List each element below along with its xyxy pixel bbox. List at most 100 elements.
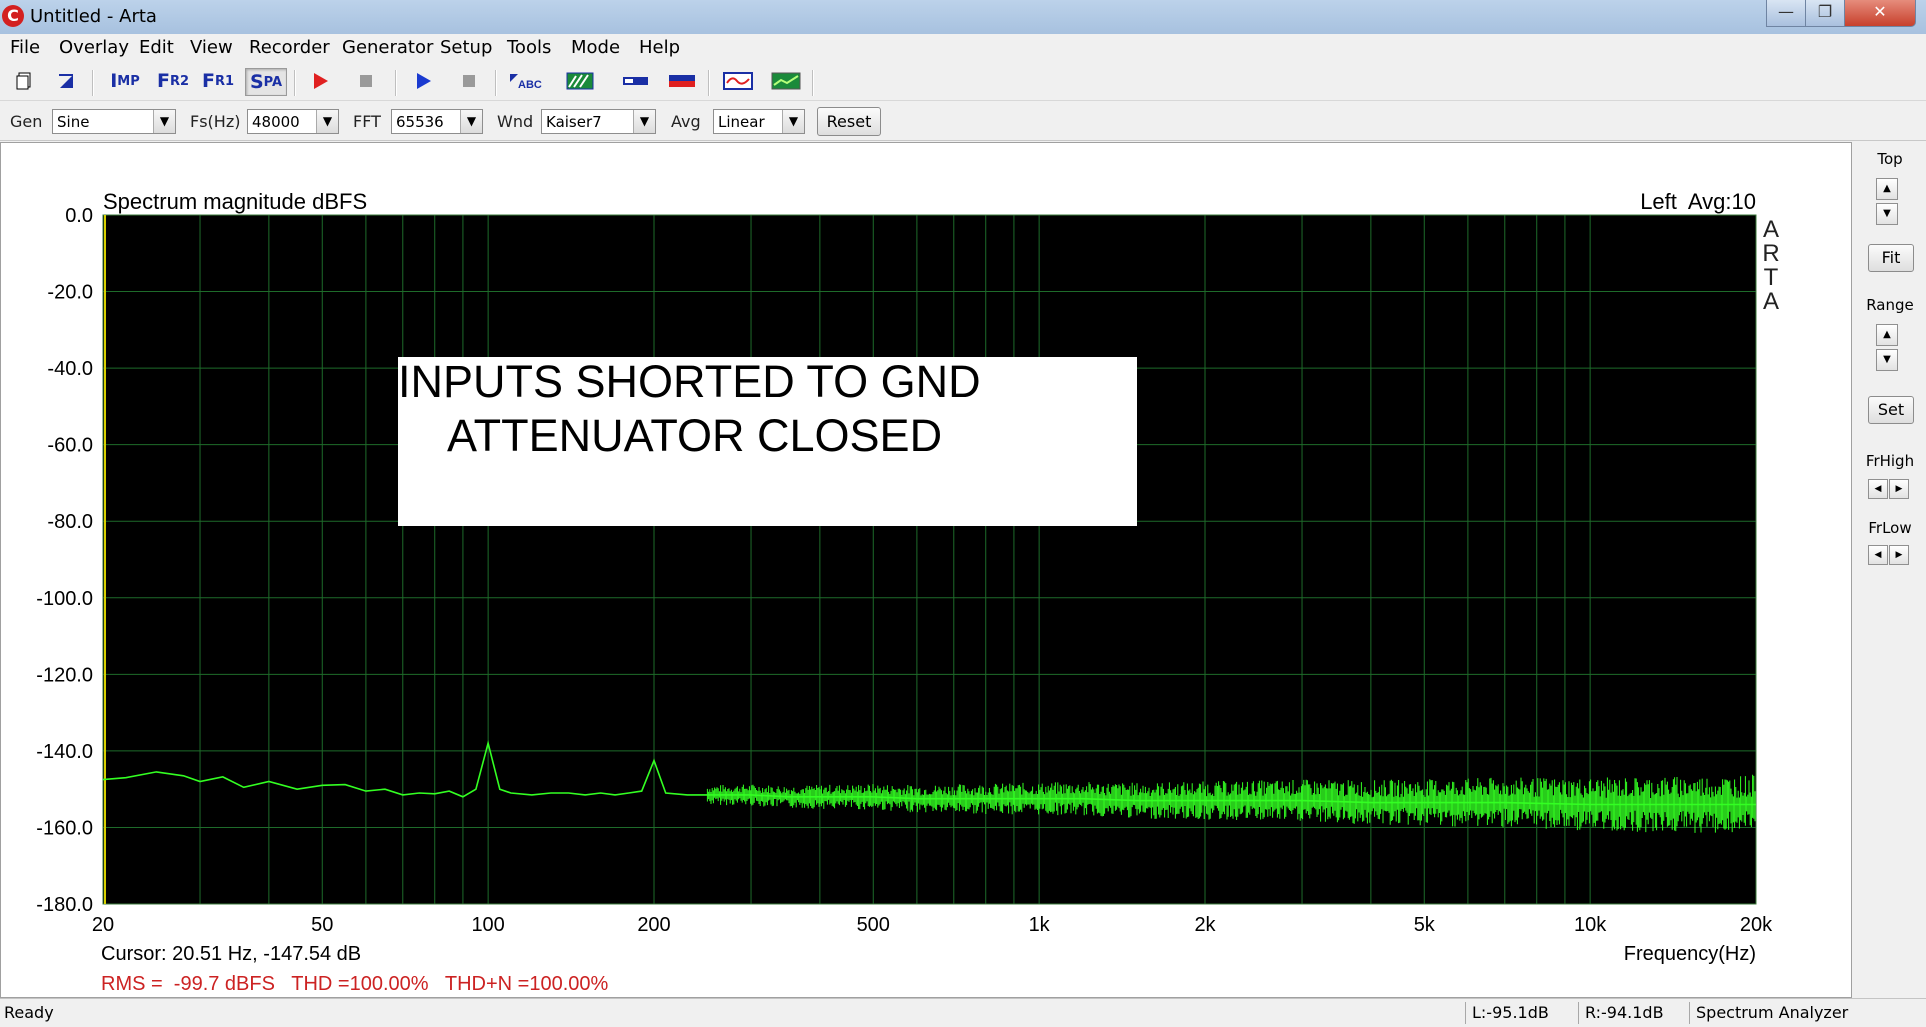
oscilloscope-icon[interactable] bbox=[722, 68, 754, 94]
maximize-button[interactable]: ❐ bbox=[1805, 0, 1845, 27]
gen-label: Gen bbox=[10, 112, 43, 131]
menu-tools[interactable]: Tools bbox=[507, 37, 551, 58]
imp-mode-button[interactable]: I MP bbox=[107, 68, 143, 94]
window-function-select[interactable]: Kaiser7 ▼ bbox=[541, 109, 656, 134]
status-ready: Ready bbox=[4, 1003, 54, 1022]
options-bar: Gen Sine ▼ Fs(Hz) 48000 ▼ FFT 65536 ▼ Wnd K… bbox=[0, 104, 1926, 141]
y-tick-label: -20.0 bbox=[47, 282, 93, 304]
range-up-arrow-icon[interactable]: ▲ bbox=[1876, 324, 1898, 346]
menu-generator[interactable]: Generator bbox=[342, 37, 433, 58]
y-tick-label: -80.0 bbox=[47, 511, 93, 533]
fft-label: FFT bbox=[353, 112, 381, 131]
menu-edit[interactable]: Edit bbox=[139, 37, 174, 58]
arta-app-icon[interactable]: C bbox=[2, 5, 24, 27]
x-tick-label: 50 bbox=[311, 914, 333, 936]
arta-watermark-letter: T bbox=[1764, 264, 1779, 291]
chevron-down-icon: ▼ bbox=[460, 110, 482, 133]
record-stop-icon[interactable] bbox=[353, 68, 379, 94]
fit-button[interactable]: Fit bbox=[1868, 244, 1914, 272]
y-tick-label: -180.0 bbox=[36, 894, 93, 916]
spa-mode-button[interactable]: S PA bbox=[245, 68, 287, 96]
plot-panel: 0.0 -20.0 -40.0 -60.0 -80.0 -100.0 -120.0 -140.… bbox=[0, 142, 1852, 998]
edit-text-icon[interactable]: ABC bbox=[507, 68, 543, 94]
annotation-line-2: ATTENUATOR CLOSED bbox=[447, 410, 942, 461]
close-button[interactable]: ✕ bbox=[1844, 0, 1916, 27]
x-tick-label: 100 bbox=[471, 914, 504, 936]
menu-overlay[interactable]: Overlay bbox=[59, 37, 129, 58]
top-up-arrow-icon[interactable]: ▲ bbox=[1876, 178, 1898, 200]
menu-bar: File Overlay Edit View Recorder Generato… bbox=[0, 34, 1926, 62]
top-label: Top bbox=[1877, 150, 1903, 168]
toolbar: I MP F R2 F R1 S PA ABC bbox=[0, 64, 1926, 101]
fft-size-select[interactable]: 65536 ▼ bbox=[391, 109, 483, 134]
menu-mode[interactable]: Mode bbox=[571, 37, 620, 58]
avg-label: Avg bbox=[671, 112, 701, 131]
menu-recorder[interactable]: Recorder bbox=[249, 37, 330, 58]
x-tick-label: 200 bbox=[637, 914, 670, 936]
frhigh-label: FrHigh bbox=[1865, 452, 1915, 470]
level-meter-icon[interactable] bbox=[667, 68, 697, 94]
generator-play-icon[interactable] bbox=[410, 68, 436, 94]
chevron-down-icon: ▼ bbox=[153, 110, 175, 133]
menu-view[interactable]: View bbox=[190, 37, 233, 58]
menu-help[interactable]: Help bbox=[639, 37, 680, 58]
range-label: Range bbox=[1866, 296, 1914, 314]
toolbar-separator bbox=[92, 70, 94, 96]
title-bar: C Untitled - Arta — ❐ ✕ bbox=[0, 0, 1926, 35]
arta-watermark-letter: A bbox=[1763, 216, 1779, 243]
menu-setup[interactable]: Setup bbox=[440, 37, 492, 58]
fs-label: Fs(Hz) bbox=[190, 112, 241, 131]
open-file-icon[interactable] bbox=[54, 68, 80, 94]
x-tick-label: 2k bbox=[1194, 914, 1216, 936]
toolbar-separator bbox=[812, 70, 814, 96]
new-document-icon[interactable] bbox=[12, 68, 38, 94]
menu-file[interactable]: File bbox=[10, 37, 40, 58]
top-down-arrow-icon[interactable]: ▼ bbox=[1876, 203, 1898, 225]
x-tick-label: 20 bbox=[92, 914, 114, 936]
x-tick-label: 10k bbox=[1574, 914, 1607, 936]
y-tick-label: -100.0 bbox=[36, 588, 93, 610]
toolbar-separator bbox=[495, 70, 497, 96]
range-down-arrow-icon[interactable]: ▼ bbox=[1876, 349, 1898, 371]
fr1-mode-button[interactable]: F R1 bbox=[200, 68, 236, 94]
arta-watermark-letter: R bbox=[1762, 240, 1779, 267]
chevron-down-icon: ▼ bbox=[782, 110, 804, 133]
fr2-mode-button[interactable]: F R2 bbox=[155, 68, 191, 94]
spectrum-chart[interactable]: 0.0 -20.0 -40.0 -60.0 -80.0 -100.0 -120.0 -140.… bbox=[1, 143, 1851, 997]
generator-stop-icon[interactable] bbox=[456, 68, 482, 94]
spectrum-view-icon[interactable] bbox=[770, 68, 802, 94]
toolbar-separator bbox=[708, 70, 710, 96]
sample-rate-select[interactable]: 48000 ▼ bbox=[247, 109, 339, 134]
annotation-line-1: INPUTS SHORTED TO GND bbox=[398, 356, 981, 407]
frlow-right-arrow-icon[interactable]: ▶ bbox=[1889, 545, 1909, 565]
right-level-readout: R:-94.1dB bbox=[1578, 1002, 1665, 1024]
reset-button[interactable]: Reset bbox=[817, 107, 881, 136]
svg-text:ABC: ABC bbox=[518, 79, 542, 91]
y-tick-label: -160.0 bbox=[36, 817, 93, 839]
chart-title: Spectrum magnitude dBFS bbox=[103, 189, 367, 214]
wnd-label: Wnd bbox=[497, 112, 534, 131]
y-tick-label: -60.0 bbox=[47, 435, 93, 457]
left-level-readout: L:-95.1dB bbox=[1465, 1002, 1552, 1024]
overlay-graph-icon[interactable] bbox=[565, 68, 595, 94]
generator-select[interactable]: Sine ▼ bbox=[52, 109, 176, 134]
y-tick-label: -40.0 bbox=[47, 358, 93, 380]
y-tick-label: -120.0 bbox=[36, 664, 93, 686]
channel-avg-label: Left Avg:10 bbox=[1640, 189, 1756, 214]
record-play-icon[interactable] bbox=[307, 68, 333, 94]
status-bar: Ready L:-95.1dB R:-94.1dB Spectrum Analy… bbox=[0, 998, 1926, 1027]
chevron-down-icon: ▼ bbox=[633, 110, 655, 133]
frlow-left-arrow-icon[interactable]: ◀ bbox=[1868, 545, 1888, 565]
toolbar-separator bbox=[395, 70, 397, 96]
arta-watermark-letter: A bbox=[1763, 288, 1779, 315]
x-axis-label: Frequency(Hz) bbox=[1624, 943, 1756, 965]
set-button[interactable]: Set bbox=[1868, 396, 1914, 424]
toolbar-separator bbox=[294, 70, 296, 96]
minimize-button[interactable]: — bbox=[1766, 0, 1806, 27]
frhigh-left-arrow-icon[interactable]: ◀ bbox=[1868, 479, 1888, 499]
meter-probe-icon[interactable] bbox=[621, 68, 651, 94]
frlow-label: FrLow bbox=[1868, 519, 1912, 537]
averaging-select[interactable]: Linear ▼ bbox=[713, 109, 805, 134]
x-tick-label: 20k bbox=[1740, 914, 1773, 936]
frhigh-right-arrow-icon[interactable]: ▶ bbox=[1889, 479, 1909, 499]
